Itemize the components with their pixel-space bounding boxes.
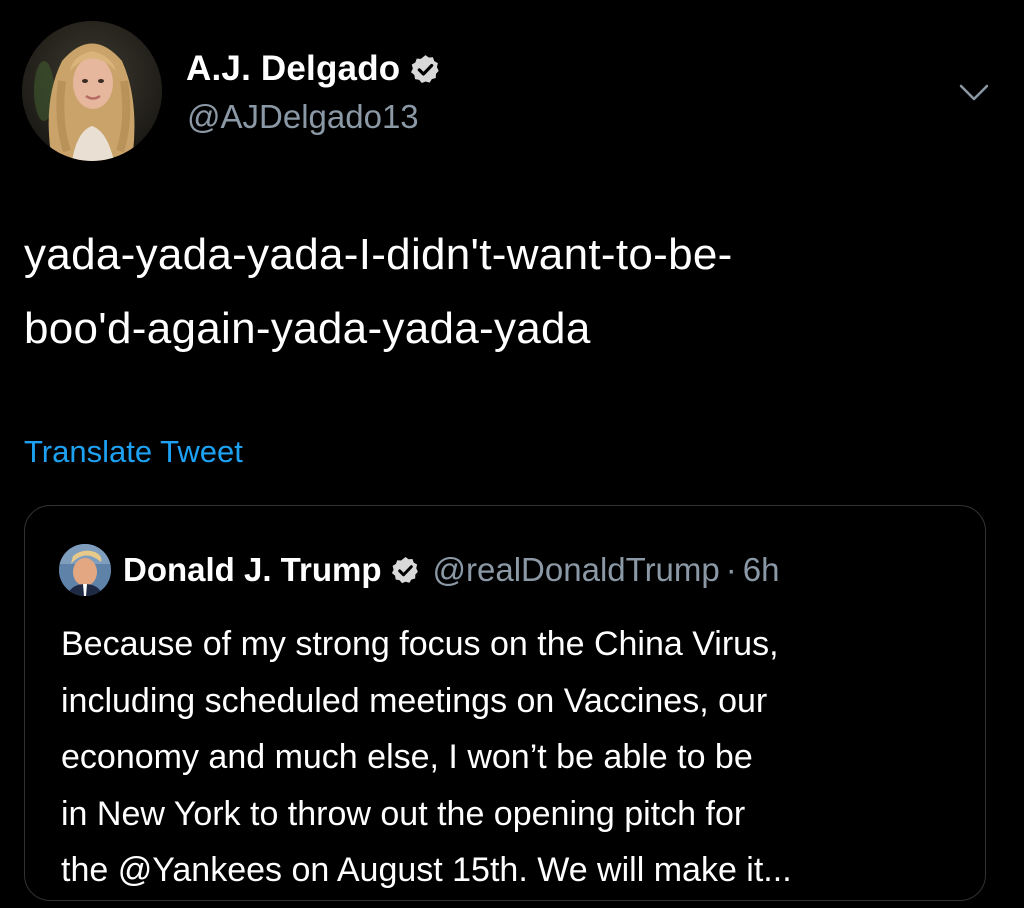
avatar-photo <box>22 21 162 161</box>
quoted-text-line: economy and much else, I won’t be able t… <box>61 738 753 776</box>
verified-badge-icon <box>409 53 442 86</box>
separator-dot: · <box>725 551 737 588</box>
author-name[interactable]: A.J. Delgado <box>186 49 400 89</box>
tweet: A.J. Delgado @AJDelgado13 yada-yada-yada… <box>0 0 1024 908</box>
tweet-text-line: boo'd-again-yada-yada-yada <box>24 304 591 353</box>
translate-tweet-link[interactable]: Translate Tweet <box>24 434 243 470</box>
quoted-avatar <box>59 544 111 596</box>
author-handle[interactable]: @AJDelgado13 <box>187 98 419 136</box>
tweet-text-line: yada-yada-yada-I-didn't-want-to-be- <box>24 230 733 279</box>
quoted-author-name[interactable]: Donald J. Trump <box>123 551 382 589</box>
avatar[interactable] <box>22 21 162 161</box>
chevron-down-icon[interactable] <box>958 82 990 104</box>
quoted-text-line: including scheduled meetings on Vaccines… <box>61 681 768 720</box>
quoted-text-line: Because of my strong focus on the China … <box>61 625 779 663</box>
quoted-author-handle[interactable]: @realDonaldTrump <box>433 551 720 589</box>
quoted-timestamp[interactable]: 6h <box>743 551 780 589</box>
tweet-text: yada-yada-yada-I-didn't-want-to-be- boo'… <box>24 218 984 366</box>
quoted-tweet-text: Because of my strong focus on the China … <box>61 616 961 899</box>
quoted-tweet-header: Donald J. Trump @realDonaldTrump · 6h <box>59 544 779 596</box>
quoted-text-line: the @Yankees on August 15th. We will mak… <box>61 851 792 889</box>
author-name-row: A.J. Delgado <box>186 47 442 91</box>
quoted-avatar-photo <box>59 544 111 596</box>
quoted-tweet-card[interactable]: Donald J. Trump @realDonaldTrump · 6h Be… <box>24 505 986 901</box>
quoted-text-line: in New York to throw out the opening pit… <box>61 794 746 833</box>
verified-badge-icon <box>390 555 421 586</box>
